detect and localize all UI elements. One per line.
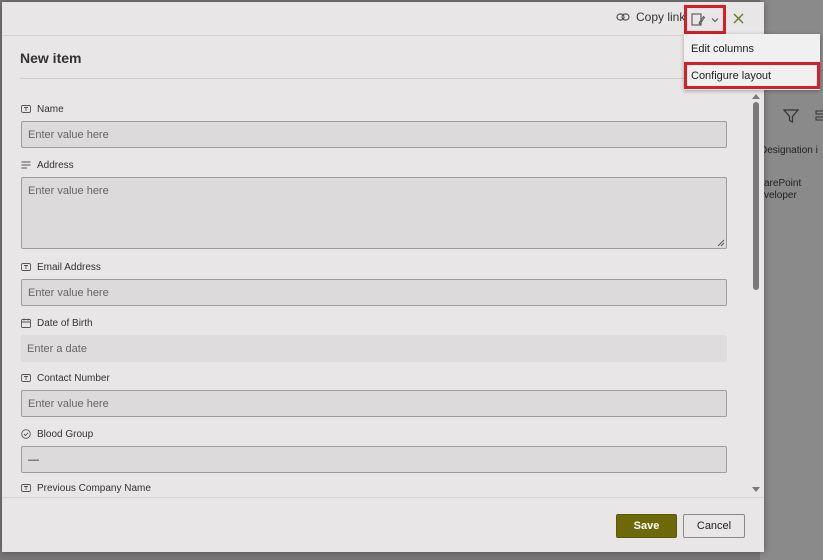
field-label: Date of Birth: [21, 316, 727, 330]
copy-link-button[interactable]: Copy link: [616, 10, 685, 24]
field-date-of-birth: Date of Birth Enter a date: [21, 316, 727, 362]
close-button[interactable]: [730, 10, 746, 26]
field-blood-group: Blood Group —: [21, 427, 727, 473]
item-form: Name Enter value here Address Enter valu…: [21, 98, 727, 495]
field-label: Contact Number: [21, 371, 727, 385]
divider: [20, 78, 731, 79]
field-label-text: Address: [37, 159, 74, 171]
menu-item-configure-layout[interactable]: Configure layout: [684, 62, 820, 89]
text-icon: [21, 105, 31, 113]
filter-icon: [782, 109, 800, 123]
contact-number-input[interactable]: Enter value here: [21, 390, 727, 417]
field-address: Address Enter value here: [21, 158, 727, 249]
field-email: Email Address Enter value here: [21, 260, 727, 306]
new-item-panel: Copy link New item Name Enter value here…: [2, 2, 764, 552]
calendar-icon: [21, 318, 31, 328]
save-button[interactable]: Save: [616, 514, 677, 538]
panel-title: New item: [20, 50, 82, 66]
scroll-up-icon[interactable]: [751, 92, 761, 100]
field-label: Address: [21, 158, 727, 172]
date-of-birth-input[interactable]: Enter a date: [21, 335, 727, 362]
text-icon: [21, 263, 31, 271]
link-icon: [616, 13, 630, 21]
field-label: Name: [21, 102, 727, 116]
menu-item-edit-columns[interactable]: Edit columns: [684, 35, 820, 62]
field-contact-number: Contact Number Enter value here: [21, 371, 727, 417]
edit-form-button[interactable]: [684, 5, 726, 34]
multiline-text-icon: [21, 161, 31, 169]
field-label-text: Blood Group: [37, 428, 94, 440]
close-icon: [733, 13, 743, 23]
address-placeholder: Enter value here: [28, 185, 109, 197]
field-label: Email Address: [21, 260, 727, 274]
field-label-text: Date of Birth: [37, 317, 93, 329]
field-label: Blood Group: [21, 427, 727, 441]
text-icon: [21, 374, 31, 382]
field-label-text: Previous Company Name: [37, 482, 151, 494]
scroll-down-icon[interactable]: [751, 486, 761, 494]
copy-link-label: Copy link: [636, 10, 686, 24]
form-scrollbar[interactable]: [751, 92, 761, 496]
column-header-designation: Designation i: [760, 145, 818, 156]
cancel-button[interactable]: Cancel: [683, 514, 745, 538]
chevron-down-icon: [711, 17, 719, 22]
columns-icon: [815, 110, 823, 121]
cell-line: veloper: [764, 190, 797, 201]
field-previous-company: Previous Company Name: [21, 481, 727, 495]
list-cell: arePoint veloper: [764, 178, 801, 202]
field-label-text: Email Address: [37, 261, 101, 273]
blood-group-select[interactable]: —: [21, 446, 727, 473]
edit-form-menu: Edit columns Configure layout: [684, 34, 820, 90]
panel-toolbar: Copy link: [2, 2, 764, 36]
field-name: Name Enter value here: [21, 102, 727, 148]
text-icon: [21, 484, 31, 492]
choice-icon: [21, 429, 31, 439]
field-label: Previous Company Name: [21, 481, 727, 495]
cell-line: arePoint: [764, 178, 802, 189]
panel-footer: Save Cancel: [2, 497, 764, 552]
resize-grip-icon[interactable]: [717, 239, 725, 247]
field-label-text: Name: [37, 103, 64, 115]
address-input[interactable]: Enter value here: [21, 177, 727, 249]
field-label-text: Contact Number: [37, 372, 110, 384]
edit-form-icon: [691, 13, 705, 26]
name-input[interactable]: Enter value here: [21, 121, 727, 148]
scroll-thumb[interactable]: [753, 102, 759, 290]
email-input[interactable]: Enter value here: [21, 279, 727, 306]
